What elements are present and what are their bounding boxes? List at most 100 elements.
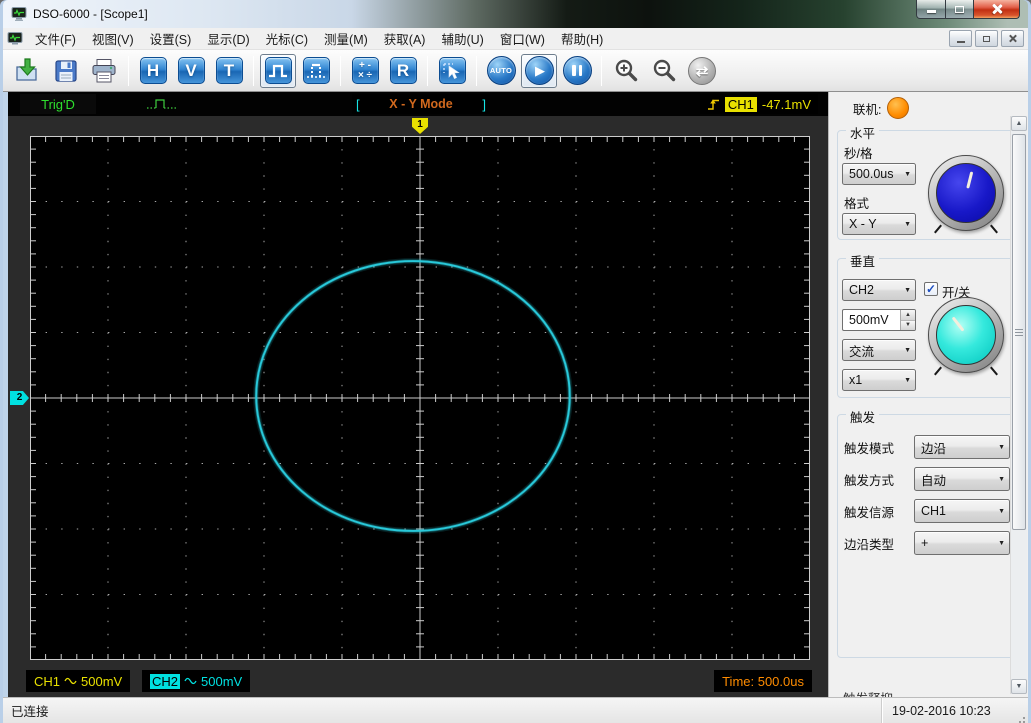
grip-dots-icon <box>1023 717 1025 719</box>
horizontal-knob[interactable] <box>928 155 1004 231</box>
marker-ch2[interactable]: 2 <box>10 391 29 405</box>
horizontal-setup-button[interactable]: H <box>135 54 171 88</box>
marker-ch1[interactable]: 1 <box>412 118 428 134</box>
toolbar-separator <box>128 56 129 86</box>
menu-item-2[interactable]: 视图(V) <box>84 27 142 50</box>
trigger-row-label: 触发信源 <box>844 502 894 521</box>
coupling-select[interactable]: 交流▼ <box>842 339 916 361</box>
scroll-up-icon[interactable]: ▲ <box>1011 116 1027 131</box>
control-panel: 联机: 水平 秒/格 500.0us▼ 格式 X - Y▼ <box>828 92 1028 697</box>
ch2-readout[interactable]: CH2 500mV <box>142 670 250 692</box>
save-button[interactable] <box>48 54 84 88</box>
trigger-row-select[interactable]: 自动▼ <box>914 467 1010 491</box>
channel-switch-checkbox[interactable]: ✓ <box>924 282 938 296</box>
menu-item-3[interactable]: 设置(S) <box>142 27 200 50</box>
pulse-dashed-button[interactable] <box>298 54 334 88</box>
trigger-row-select[interactable]: CH1▼ <box>914 499 1010 523</box>
mdi-close-button[interactable] <box>1001 30 1024 47</box>
rising-edge-icon <box>707 97 720 112</box>
scroll-down-icon[interactable]: ▼ <box>1011 679 1027 694</box>
trigger-setup-button[interactable]: T <box>211 54 247 88</box>
channel-select[interactable]: CH2▼ <box>842 279 916 301</box>
mdi-minimize-button[interactable] <box>949 30 972 47</box>
menu-item-10[interactable]: 帮助(H) <box>553 27 611 50</box>
format-label: 格式 <box>844 193 869 212</box>
vertical-setup-button[interactable]: V <box>173 54 209 88</box>
trigger-row-select[interactable]: 边沿▼ <box>914 435 1010 459</box>
menu-item-8[interactable]: 辅助(U) <box>433 27 491 50</box>
ch1-readout[interactable]: CH1 500mV <box>26 670 130 692</box>
spin-up-icon[interactable]: ▲ <box>901 310 915 321</box>
close-icon <box>1008 34 1017 43</box>
cursor-arrow-icon <box>441 60 463 82</box>
zoom-in-button[interactable] <box>608 54 644 88</box>
sec-per-div-select[interactable]: 500.0us▼ <box>842 163 916 185</box>
pulse-dashed-icon <box>305 60 327 82</box>
minimize-button[interactable] <box>916 0 946 19</box>
waveform-grid-area: 1 2 <box>8 116 828 667</box>
reference-button[interactable]: R <box>385 54 421 88</box>
channel-label-strip: CH1 500mV CH2 500mV Time: 500.0us <box>8 667 828 697</box>
probe-select[interactable]: x1▼ <box>842 369 916 391</box>
volts-per-div-spinner[interactable]: 500mV ▲▼ <box>842 309 916 331</box>
save-floppy-icon <box>53 58 79 84</box>
cursor-measure-button[interactable] <box>434 54 470 88</box>
knob-pointer <box>931 158 1001 228</box>
toolbar: H V T + -× ÷ R AUTO ▶ ⇄ <box>3 50 1028 92</box>
trigger-source-chip: CH1 <box>725 97 757 112</box>
toolbar-separator <box>476 56 477 86</box>
trigger-rows: 触发模式边沿▼触发方式自动▼触发信源CH1▼边沿类型+▼ <box>838 435 1018 555</box>
auto-icon: AUTO <box>490 67 512 75</box>
resize-grip[interactable] <box>1014 698 1028 723</box>
trigger-group-title: 触发 <box>846 407 879 426</box>
pause-button[interactable] <box>559 54 595 88</box>
trigger-row-select[interactable]: +▼ <box>914 531 1010 555</box>
format-select[interactable]: X - Y▼ <box>842 213 916 235</box>
restore-icon <box>983 36 990 42</box>
menu-item-6[interactable]: 测量(M) <box>316 27 376 50</box>
scrollbar-thumb[interactable] <box>1012 134 1026 530</box>
vertical-knob[interactable] <box>928 297 1004 373</box>
ch2-scale: 500mV <box>201 674 242 689</box>
print-button[interactable] <box>86 54 122 88</box>
vertical-group: 垂直 CH2▼ ✓ 开/关 500mV ▲▼ 交流▼ x1▼ <box>837 258 1019 398</box>
toolbar-separator <box>427 56 428 86</box>
pulse-display-button[interactable] <box>260 54 296 88</box>
h-letter-icon: H <box>140 57 167 84</box>
mdi-child-icon <box>7 31 23 47</box>
trigger-status-badge: Trig'D <box>20 94 96 114</box>
menu-item-9[interactable]: 窗口(W) <box>492 27 553 50</box>
chevron-down-icon: ▼ <box>998 540 1005 547</box>
trigger-pulse-icon <box>146 96 178 112</box>
open-button[interactable] <box>10 54 46 88</box>
ac-coupling-icon <box>64 676 77 686</box>
menu-item-4[interactable]: 显示(D) <box>199 27 257 50</box>
zoom-out-button[interactable] <box>646 54 682 88</box>
run-button[interactable]: ▶ <box>521 54 557 88</box>
panel-scrollbar[interactable]: ▲ ▼ <box>1010 116 1027 694</box>
menu-item-7[interactable]: 获取(A) <box>376 27 434 50</box>
menu-item-1[interactable]: 文件(F) <box>27 27 84 50</box>
v-letter-icon: V <box>178 57 205 84</box>
toolbar-separator <box>601 56 602 86</box>
trigger-level-value: -47.1mV <box>762 97 811 112</box>
r-letter-icon: R <box>390 57 417 84</box>
status-bar: 已连接 19-02-2016 10:23 <box>3 697 1028 723</box>
close-button[interactable] <box>974 0 1020 19</box>
swap-button[interactable]: ⇄ <box>684 54 720 88</box>
scope-display: Trig'D [ X - Y Mode ] CH1 -47.1mV 1 2 <box>8 92 828 697</box>
menu-item-5[interactable]: 光标(C) <box>258 27 316 50</box>
time-readout: Time: 500.0us <box>714 670 812 692</box>
app-icon <box>11 6 27 22</box>
minimize-icon <box>957 41 965 43</box>
spin-down-icon[interactable]: ▼ <box>901 321 915 331</box>
pulse-icon <box>267 60 289 82</box>
math-button[interactable]: + -× ÷ <box>347 54 383 88</box>
mdi-restore-button[interactable] <box>975 30 998 47</box>
scope-info-strip: Trig'D [ X - Y Mode ] CH1 -47.1mV <box>8 92 828 116</box>
chevron-down-icon: ▼ <box>904 287 911 294</box>
datetime-readout: 19-02-2016 10:23 <box>882 704 1014 718</box>
window-title: DSO-6000 - [Scope1] <box>33 7 148 21</box>
auto-setup-button[interactable]: AUTO <box>483 54 519 88</box>
maximize-button[interactable] <box>946 0 974 19</box>
